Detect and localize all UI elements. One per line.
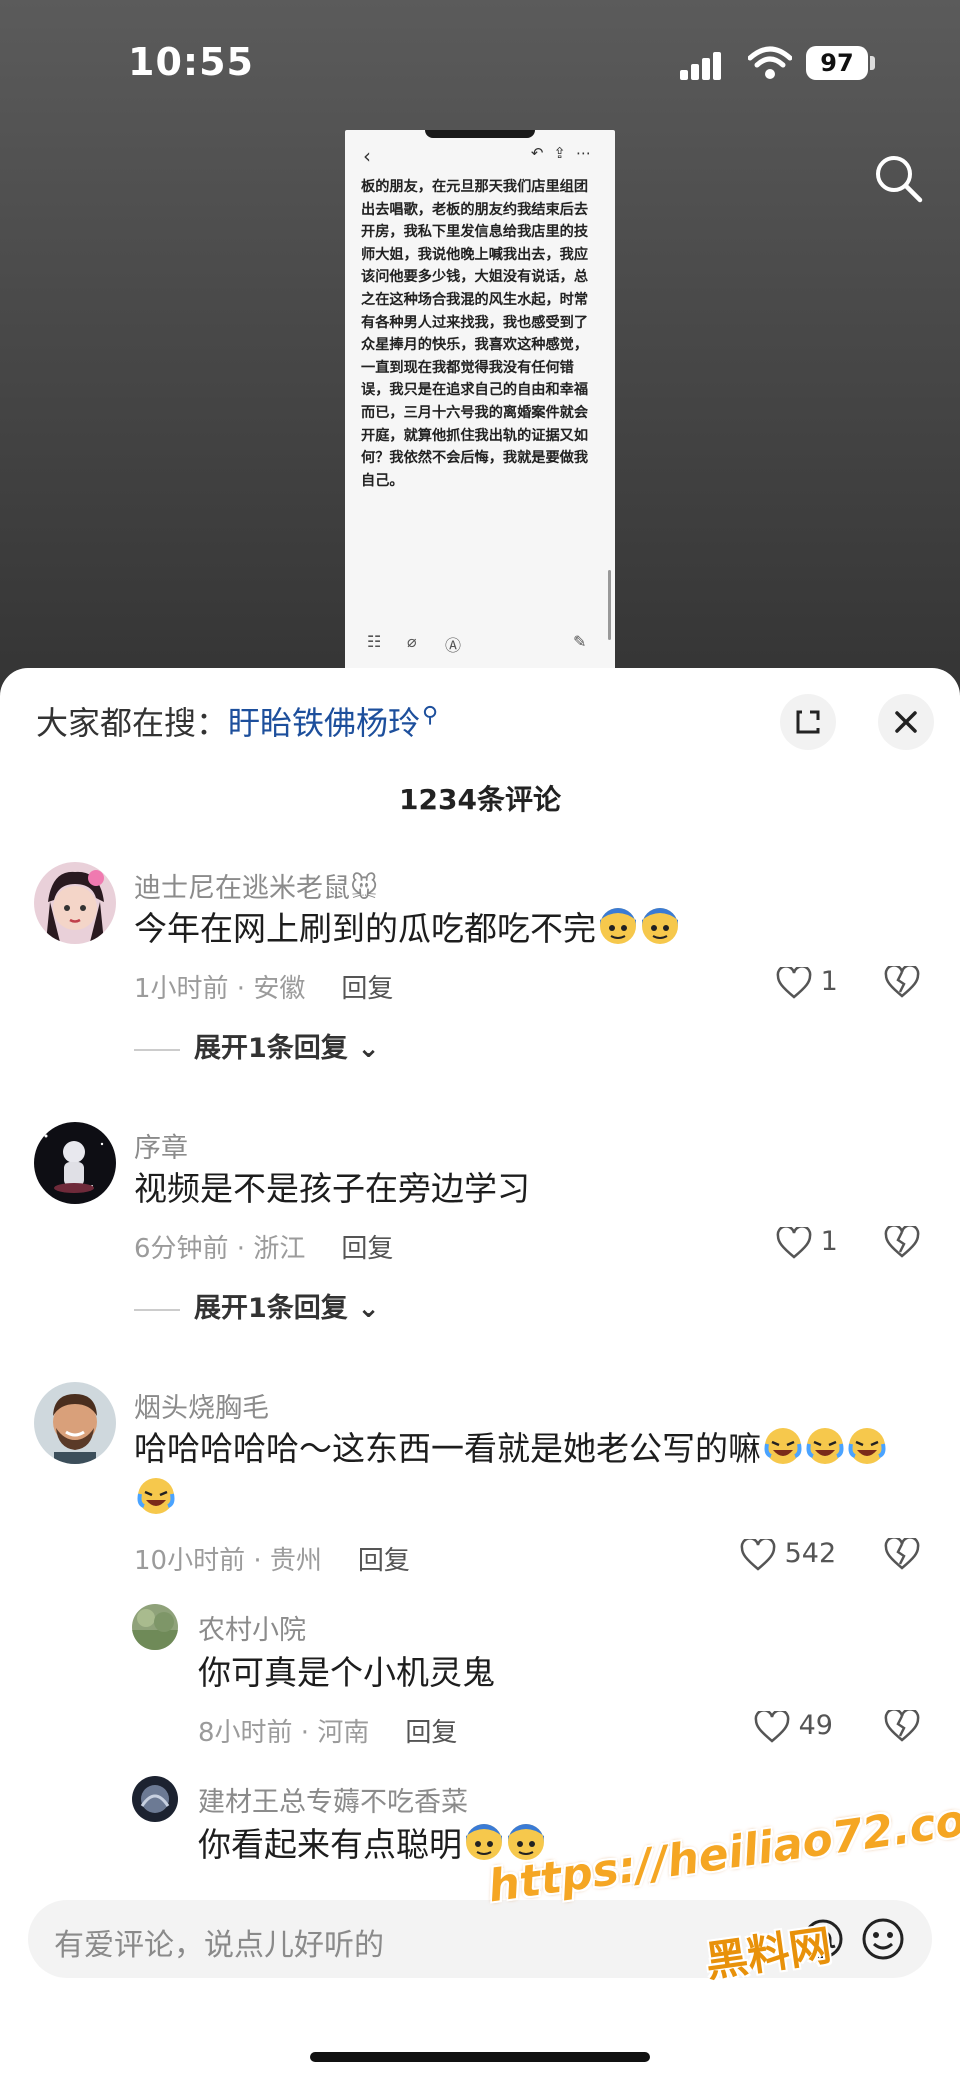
video-notch	[425, 130, 535, 138]
avatar[interactable]	[34, 862, 116, 944]
mention-icon[interactable]	[798, 1914, 848, 1964]
comment-sheet: 大家都在搜：盱眙铁佛杨玲⚲ 1234条评论 迪士尼在逃米老鼠🐭 今年在网上刷到的…	[0, 668, 960, 2083]
comment-text: 今年在网上刷到的瓜吃都吃不完	[134, 904, 934, 954]
expand-sheet-button[interactable]	[780, 694, 836, 750]
back-icon: ‹	[363, 144, 371, 168]
reply-button[interactable]: 回复	[405, 1718, 457, 1748]
dislike-button[interactable]	[884, 1224, 920, 1262]
status-bar: 10:55 97	[0, 0, 960, 130]
video-notes-bottom-bar: ☷ ⌀ Ⓐ ✎	[345, 622, 615, 670]
emoji-icon[interactable]	[858, 1914, 908, 1964]
avatar[interactable]	[34, 1122, 116, 1204]
watermelon-face-emoji-icon	[508, 1824, 544, 1860]
heart-icon	[740, 1536, 776, 1571]
like-button[interactable]: 49	[754, 1708, 833, 1743]
reply-text: 你可真是个小机灵鬼	[198, 1653, 495, 1692]
avatar[interactable]	[34, 1382, 116, 1464]
close-icon	[895, 711, 917, 733]
comment-time-location: 6分钟前 · 浙江	[134, 1234, 306, 1264]
expand-replies-label: 展开1条回复	[194, 1293, 348, 1324]
comment-count: 1234条评论	[399, 783, 561, 816]
heart-icon	[776, 964, 812, 999]
attach-icon: ⌀	[407, 632, 417, 651]
dislike-button[interactable]	[884, 1536, 920, 1574]
dislike-button[interactable]	[884, 964, 920, 1002]
comment-time-location: 1小时前 · 安徽	[134, 974, 306, 1004]
close-button[interactable]	[878, 694, 934, 750]
broken-heart-icon	[884, 1708, 920, 1742]
trending-search-link[interactable]: 盱眙铁佛杨玲	[228, 704, 420, 742]
avatar[interactable]	[132, 1776, 178, 1822]
reply-button[interactable]: 回复	[341, 1234, 393, 1264]
comment-username[interactable]: 烟头烧胸毛	[134, 1386, 269, 1425]
chevron-down-icon: ⌄	[357, 1033, 380, 1064]
video-notes-toolbar: ‹ ↶⇪⋯	[345, 140, 615, 172]
expand-replies-button[interactable]: 展开1条回复 ⌄	[134, 1026, 380, 1065]
reply-meta: 8小时前 · 河南 回复	[198, 1712, 457, 1749]
small-search-icon: ⚲	[422, 703, 439, 729]
broken-heart-icon	[884, 1536, 920, 1570]
broken-heart-icon	[884, 964, 920, 998]
comment-text: 视频是不是孩子在旁边学习	[134, 1169, 530, 1208]
reply-button[interactable]: 回复	[358, 1546, 410, 1576]
home-indicator	[310, 2052, 650, 2062]
heart-icon	[754, 1708, 790, 1743]
trending-search-hint[interactable]: 大家都在搜：盱眙铁佛杨玲⚲	[36, 698, 438, 744]
comment-time-location: 10小时前 · 贵州	[134, 1546, 322, 1576]
comment-text-content: 哈哈哈哈哈～这东西一看就是她老公写的嘛	[134, 1429, 761, 1468]
video-notes-text: 板的朋友，在元旦那天我们店里组团出去唱歌，老板的朋友约我结束后去开房，我私下里发…	[361, 179, 589, 489]
comment-username[interactable]: 迪士尼在逃米老鼠🐭	[134, 866, 378, 905]
comment-input[interactable]: 有爱评论，说点儿好听的	[28, 1900, 932, 1978]
reply-text-content: 你看起来有点聪明	[198, 1825, 462, 1864]
heart-icon	[776, 1224, 812, 1259]
notes-toolbar-icons: ↶⇪⋯	[530, 144, 601, 162]
reply-username[interactable]: 农村小院	[198, 1608, 306, 1647]
crying-laughing-emoji-icon	[137, 1478, 175, 1514]
like-count: 49	[798, 1710, 833, 1741]
reply-username[interactable]: 建材王总专薅不吃香菜	[198, 1780, 468, 1819]
watermelon-face-emoji-icon	[642, 908, 678, 944]
comment-meta: 10小时前 · 贵州 回复	[134, 1540, 410, 1577]
expand-icon	[796, 710, 820, 734]
reply-text: 你看起来有点聪明	[198, 1820, 898, 1870]
markup-icon: Ⓐ	[445, 636, 462, 655]
comment-meta: 6分钟前 · 浙江 回复	[134, 1228, 393, 1265]
broken-heart-icon	[884, 1224, 920, 1258]
like-count: 542	[784, 1538, 837, 1569]
video-frame[interactable]: ‹ ↶⇪⋯ 板的朋友，在元旦那天我们店里组团出去唱歌，老板的朋友约我结束后去开房…	[345, 130, 615, 670]
expand-replies-button[interactable]: 展开1条回复 ⌄	[134, 1286, 380, 1325]
crying-laughing-emoji-icon	[764, 1428, 802, 1464]
compose-icon: ✎	[573, 632, 587, 651]
comment-meta: 1小时前 · 安徽 回复	[134, 968, 393, 1005]
crying-laughing-emoji-icon	[848, 1428, 886, 1464]
cellular-signal-icon	[680, 52, 721, 80]
checklist-icon: ☷	[367, 632, 382, 651]
comment-username[interactable]: 序章	[134, 1126, 188, 1165]
like-button[interactable]: 1	[776, 1224, 838, 1259]
crying-laughing-emoji-icon	[806, 1428, 844, 1464]
like-count: 1	[820, 1226, 838, 1257]
divider-line	[134, 1308, 180, 1311]
comment-text-content: 今年在网上刷到的瓜吃都吃不完	[134, 909, 596, 948]
like-button[interactable]: 542	[740, 1536, 837, 1571]
divider-line	[134, 1048, 180, 1051]
search-icon[interactable]	[870, 150, 926, 206]
avatar[interactable]	[132, 1604, 178, 1650]
status-time: 10:55	[128, 40, 254, 84]
like-count: 1	[820, 966, 838, 997]
wifi-icon	[748, 46, 792, 79]
like-button[interactable]: 1	[776, 964, 838, 999]
watermelon-face-emoji-icon	[600, 908, 636, 944]
reply-button[interactable]: 回复	[341, 974, 393, 1004]
battery-icon: 97	[806, 46, 868, 80]
expand-replies-label: 展开1条回复	[194, 1033, 348, 1064]
dislike-button[interactable]	[884, 1708, 920, 1746]
chevron-down-icon: ⌄	[357, 1293, 380, 1324]
battery-tip	[870, 56, 875, 70]
comment-text: 哈哈哈哈哈～这东西一看就是她老公写的嘛	[134, 1424, 914, 1524]
trending-search-prefix: 大家都在搜：	[36, 704, 229, 742]
reply-time-location: 8小时前 · 河南	[198, 1718, 370, 1748]
comment-input-placeholder: 有爱评论，说点儿好听的	[54, 1928, 384, 1963]
watermelon-face-emoji-icon	[466, 1824, 502, 1860]
